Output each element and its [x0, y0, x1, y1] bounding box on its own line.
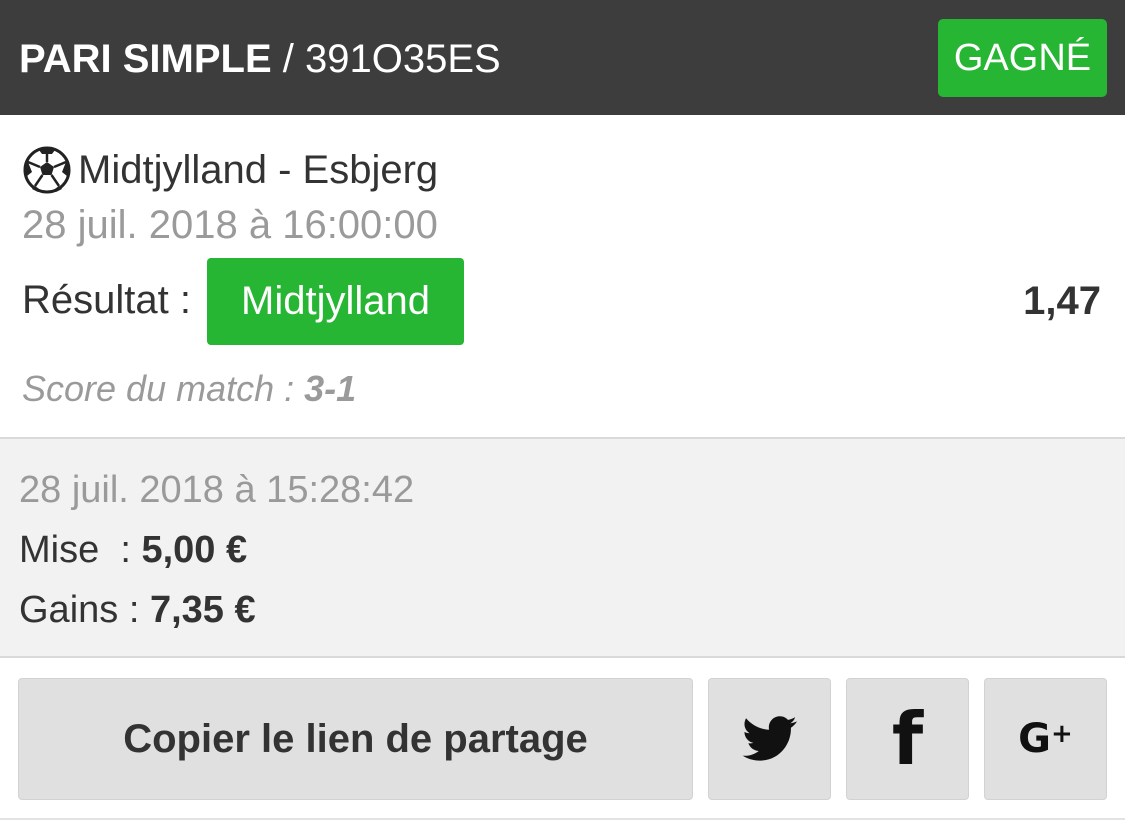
selection-badge: Midtjylland	[207, 258, 464, 345]
bet-title: PARI SIMPLE / 391O35ES	[19, 34, 501, 84]
gains-value: 7,35 €	[149, 589, 256, 631]
match-date: 28 juil. 2018 à 16:00:00	[22, 203, 438, 247]
stake-label: Mise :	[19, 529, 142, 571]
bet-summary: 28 juil. 2018 à 15:28:42 Mise : 5,00 € G…	[0, 437, 1125, 658]
event-section: Midtjylland - Esbjerg 28 juil. 2018 à 16…	[0, 115, 1125, 437]
bet-id: 391O35ES	[304, 37, 501, 81]
match-row: Midtjylland - Esbjerg	[22, 143, 438, 197]
title-separator: /	[271, 37, 305, 81]
facebook-icon: f	[891, 697, 924, 781]
placed-date: 28 juil. 2018 à 15:28:42	[19, 469, 415, 511]
stake-row: Mise : 5,00 €	[19, 529, 247, 572]
match-score: Score du match : 3-1	[22, 368, 356, 410]
twitter-icon	[741, 716, 797, 761]
share-actions: Copier le lien de partage f G+	[0, 658, 1125, 820]
score-label: Score du match :	[22, 368, 305, 409]
score-value: 3-1	[304, 368, 357, 409]
status-badge: GAGNÉ	[938, 19, 1107, 97]
bet-header: PARI SIMPLE / 391O35ES GAGNÉ	[0, 0, 1125, 115]
copy-share-link-button[interactable]: Copier le lien de partage	[18, 678, 693, 800]
result-label: Résultat :	[22, 278, 191, 322]
google-plus-icon: G+	[1018, 716, 1073, 762]
bet-type: PARI SIMPLE	[19, 37, 272, 81]
stake-value: 5,00 €	[141, 529, 248, 571]
soccer-ball-icon	[23, 146, 71, 194]
gains-row: Gains : 7,35 €	[19, 589, 256, 632]
gains-label: Gains :	[19, 589, 150, 631]
twitter-share-button[interactable]	[708, 678, 831, 800]
odds-value: 1,47	[1023, 279, 1101, 323]
match-name: Midtjylland - Esbjerg	[78, 147, 439, 192]
facebook-share-button[interactable]: f	[846, 678, 969, 800]
google-plus-share-button[interactable]: G+	[984, 678, 1107, 800]
